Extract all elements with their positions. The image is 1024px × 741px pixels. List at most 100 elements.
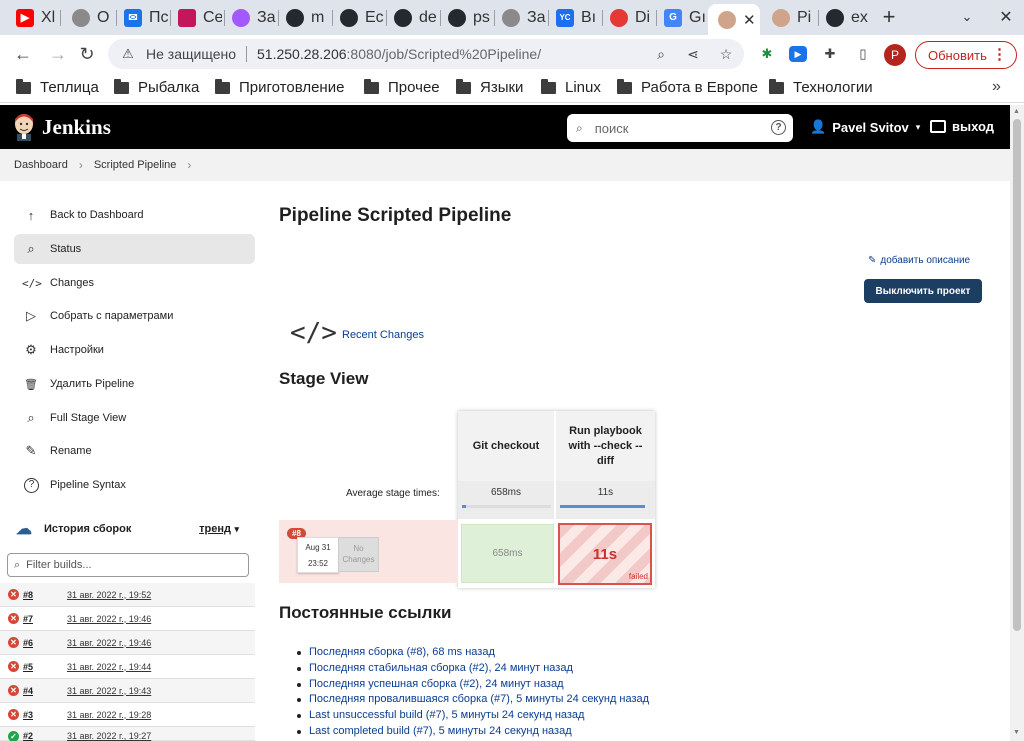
add-description-link[interactable]: ✎ добавить описание (868, 255, 970, 266)
browser-tab[interactable]: Се (168, 4, 222, 31)
permalink[interactable]: Last completed build (#7), 5 минуты 24 с… (296, 724, 649, 740)
back-arrow-icon[interactable]: ← (12, 43, 34, 65)
logout-link[interactable]: выход (930, 119, 994, 134)
sidebar-item-delete-pipeline[interactable]: 🗑 Удалить Pipeline (14, 369, 255, 399)
build-row[interactable]: ✕ #8 31 авг. 2022 г., 19:52 (0, 583, 255, 607)
browser-tab[interactable]: ex (816, 4, 870, 31)
browser-tab[interactable]: Di (600, 4, 654, 31)
chevron-down-icon[interactable]: ⌄ (956, 6, 978, 28)
permalink[interactable]: Последняя провалившаяся сборка (#7), 5 м… (296, 692, 649, 708)
build-number-link[interactable]: #2 (23, 731, 67, 741)
browser-tab[interactable]: ✉ Пс (114, 4, 168, 31)
chevron-right-icon[interactable]: » (992, 78, 1001, 96)
build-number-link[interactable]: #8 (23, 590, 67, 600)
scroll-up-icon[interactable]: ▲ (1013, 108, 1020, 115)
sidebar-item-settings[interactable]: ⚙ Настройки (14, 335, 255, 365)
chevron-down-icon[interactable]: ▾ (916, 122, 921, 133)
close-window-icon[interactable]: ✕ (996, 6, 1016, 28)
permalink[interactable]: Last unsuccessful build (#7), 5 минуты 2… (296, 708, 649, 724)
build-number-link[interactable]: #4 (23, 686, 67, 696)
bookmark-folder[interactable]: Теплица (16, 78, 99, 96)
browser-tab[interactable]: G Gı (654, 4, 708, 31)
bookmark-folder[interactable]: Языки (456, 78, 523, 96)
permalink[interactable]: Последняя сборка (#8), 68 ms назад (296, 645, 649, 661)
jenkins-logo-icon[interactable] (12, 113, 36, 141)
close-tab-icon[interactable]: ✕ (743, 11, 756, 29)
bookmark-folder[interactable]: Технологии (769, 78, 873, 96)
run-no-changes[interactable]: No Changes (338, 537, 379, 572)
update-button[interactable]: Обновить ⋮ (915, 41, 1017, 69)
puzzle-icon[interactable]: ✚ (820, 44, 840, 64)
stage-cell-success[interactable]: 658ms (461, 524, 554, 583)
sidebar-item-status[interactable]: ⌕ Status (14, 234, 255, 264)
build-date-link[interactable]: 31 авг. 2022 г., 19:43 (67, 686, 151, 696)
chevron-down-icon[interactable]: ▾ (234, 524, 239, 535)
run-date-box[interactable]: Aug 31 23:52 (297, 537, 339, 573)
build-date-link[interactable]: 31 авг. 2022 г., 19:28 (67, 710, 151, 720)
build-date-link[interactable]: 31 авг. 2022 г., 19:52 (67, 590, 151, 600)
scrollbar-thumb[interactable] (1013, 119, 1021, 631)
browser-tab[interactable]: ps (438, 4, 492, 31)
sidebar-item-rename[interactable]: ✎ Rename (14, 436, 255, 466)
sidebar-item-changes[interactable]: </> Changes (14, 268, 255, 298)
url-text[interactable]: 51.250.28.206:8080/job/Scripted%20Pipeli… (257, 46, 541, 62)
forward-arrow-icon[interactable]: → (47, 43, 69, 65)
breadcrumb-scripted-pipeline[interactable]: Scripted Pipeline (94, 159, 177, 171)
browser-tab[interactable]: Ec (330, 4, 384, 31)
build-row[interactable]: ✕ #5 31 авг. 2022 г., 19:44 (0, 655, 255, 679)
video-icon[interactable]: ▶ (789, 46, 807, 62)
reload-icon[interactable]: ↻ (76, 43, 98, 65)
bookmark-folder[interactable]: Рыбалка (114, 78, 199, 96)
build-date-link[interactable]: 31 авг. 2022 г., 19:46 (67, 638, 151, 648)
browser-tab[interactable]: ▶ Xl (6, 4, 58, 31)
breadcrumb-dashboard[interactable]: Dashboard (14, 159, 68, 171)
star-icon[interactable]: ☆ (716, 44, 736, 64)
stage-header[interactable]: Run playbook with --check --diff (556, 411, 655, 481)
build-row[interactable]: ✕ #4 31 авг. 2022 г., 19:43 (0, 679, 255, 703)
browser-tab[interactable]: За (222, 4, 276, 31)
sidebar-item-build-with-parameters[interactable]: ▷ Собрать с параметрами (14, 301, 255, 331)
share-icon[interactable]: ⋖ (683, 44, 703, 64)
build-date-link[interactable]: 31 авг. 2022 г., 19:44 (67, 662, 151, 672)
build-number-link[interactable]: #6 (23, 638, 67, 648)
page-scrollbar[interactable]: ▲ ▼ (1010, 105, 1024, 741)
browser-tab[interactable]: de (384, 4, 438, 31)
jenkins-title[interactable]: Jenkins (42, 115, 111, 140)
build-number-link[interactable]: #5 (23, 662, 67, 672)
extension-icon[interactable]: ✱ (757, 44, 777, 64)
build-row[interactable]: ✕ #6 31 авг. 2022 г., 19:46 (0, 631, 255, 655)
stage-cell-failed[interactable]: 11s failed (558, 523, 652, 585)
profile-avatar[interactable]: P (884, 44, 906, 66)
permalink[interactable]: Последняя успешная сборка (#2), 24 минут… (296, 677, 649, 693)
browser-tab-active[interactable]: ✕ (708, 4, 760, 35)
build-row[interactable]: ✓ #2 31 авг. 2022 г., 19:27 (0, 727, 255, 741)
search-input[interactable] (594, 120, 755, 136)
build-date-link[interactable]: 31 авг. 2022 г., 19:46 (67, 614, 151, 624)
scroll-down-icon[interactable]: ▼ (1013, 729, 1020, 736)
browser-tab[interactable]: За (492, 4, 546, 31)
permalink[interactable]: Последняя стабильная сборка (#2), 24 мин… (296, 661, 649, 677)
zoom-icon[interactable]: ⌕ (651, 44, 671, 64)
sidepanel-icon[interactable]: ▯ (853, 44, 873, 64)
build-number-link[interactable]: #3 (23, 710, 67, 720)
browser-tab[interactable]: YC Вı (546, 4, 600, 31)
help-icon[interactable]: ? (771, 120, 786, 135)
address-bar[interactable]: ⚠ Не защищено 51.250.28.206:8080/job/Scr… (108, 39, 744, 69)
browser-tab[interactable]: O (62, 4, 114, 31)
browser-tab[interactable]: Pi (762, 4, 816, 31)
bookmark-folder[interactable]: Прочее (364, 78, 440, 96)
sidebar-item-full-stage-view[interactable]: ⌕ Full Stage View (14, 403, 255, 433)
filter-builds-input[interactable] (26, 559, 227, 571)
stage-header[interactable]: Git checkout (458, 411, 555, 481)
build-row[interactable]: ✕ #3 31 авг. 2022 г., 19:28 (0, 703, 255, 727)
new-tab-icon[interactable]: + (876, 4, 902, 30)
build-row[interactable]: ✕ #7 31 авг. 2022 г., 19:46 (0, 607, 255, 631)
recent-changes-link[interactable]: Recent Changes (342, 329, 424, 341)
sidebar-item-pipeline-syntax[interactable]: ? Pipeline Syntax (14, 470, 255, 500)
chevron-right-icon[interactable]: › (187, 158, 191, 172)
bookmark-folder[interactable]: Приготовление (215, 78, 344, 96)
bookmark-folder[interactable]: Linux (541, 78, 601, 96)
browser-tab[interactable]: m (276, 4, 330, 31)
disable-project-button[interactable]: Выключить проект (864, 279, 982, 303)
trend-link[interactable]: тренд (199, 523, 231, 535)
